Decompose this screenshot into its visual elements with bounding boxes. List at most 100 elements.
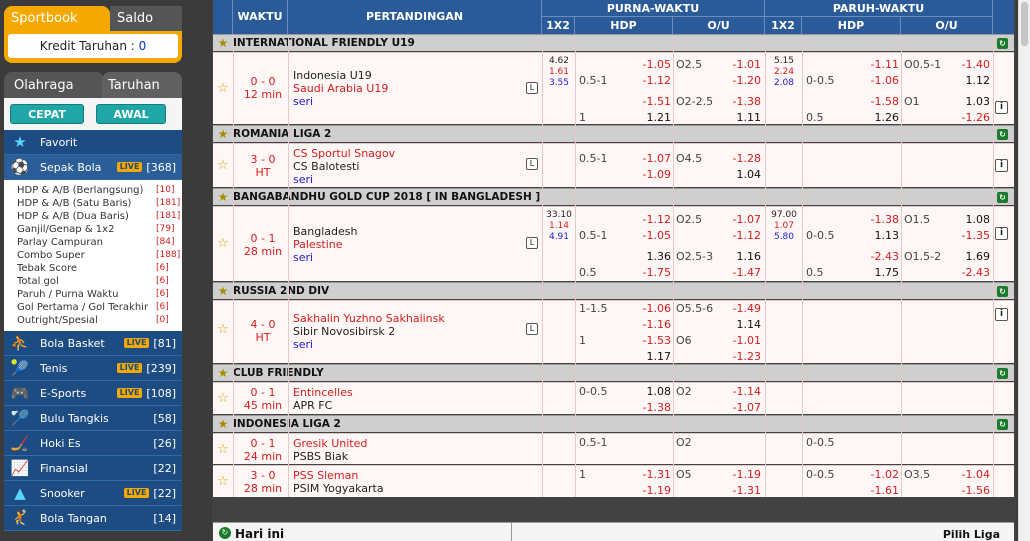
odd-draw[interactable]: 4.91 [545,232,573,243]
scrollbar-thumb[interactable] [1021,2,1028,46]
tab-sports[interactable]: Olahraga [4,72,104,98]
favorite-star-icon[interactable]: ☆ [216,237,230,251]
refresh-icon[interactable]: ↻ [997,285,1008,297]
odd-home[interactable]: 97.00 [769,210,799,221]
ft-hdp-price[interactable]: -1.09 [613,168,671,181]
odd-away[interactable]: 2.24 [769,67,799,78]
ft-hdp-price[interactable]: -1.31 [613,468,671,481]
ft-hdp-price[interactable]: 1.08 [613,385,672,398]
start-button[interactable]: AWAL [96,104,166,124]
league-row[interactable]: ★ RUSSIA 2ND DIV ↻ [213,282,1014,299]
ft-ou-price[interactable]: -1.23 [707,350,761,363]
submenu-item[interactable]: Paruh / Purna Waktu [6] [17,288,182,301]
sidebar-item-esports[interactable]: 🎮 E-Sports LIVE [108] [4,381,182,406]
star-icon[interactable]: ★ [213,190,233,204]
ht-ou-price[interactable]: -1.40 [943,58,990,71]
ft-hdp-price[interactable]: -1.38 [613,401,671,414]
sidebar-item-favorite[interactable]: ★ Favorit [4,130,182,155]
refresh-icon[interactable]: ↻ [997,128,1008,140]
ft-hdp-price[interactable]: -1.05 [613,58,671,71]
favorite-star-icon[interactable]: ☆ [216,443,230,457]
sidebar-item-snooker[interactable]: ▲ Snooker LIVE [22] [4,481,182,506]
odd-away[interactable]: 1.61 [545,67,573,78]
submenu-item[interactable]: HDP & A/B (Berlangsung) [10] [17,184,182,197]
live-stats-icon[interactable]: L [526,82,538,94]
ft-hdp-price[interactable]: -1.12 [613,74,671,87]
tab-bets[interactable]: Taruhan [102,72,182,98]
ht-hdp-price[interactable]: -2.43 [837,250,899,263]
favorite-star-icon[interactable]: ☆ [216,475,230,489]
league-row[interactable]: ★ ROMANIA LIGA 2 ↻ [213,125,1014,142]
favorite-star-icon[interactable]: ☆ [216,392,230,406]
ft-hdp-price[interactable]: -1.12 [613,213,671,226]
ft-ou-price[interactable]: -1.07 [707,213,761,226]
star-icon[interactable]: ★ [213,284,233,298]
ht-ou-price[interactable]: 1.12 [943,74,991,87]
sidebar-item-handball[interactable]: 🤾 Bola Tangan [14] [4,506,182,531]
ht-ou-price[interactable]: -2.43 [943,266,990,279]
ht-ou-price[interactable]: 1.69 [943,250,991,263]
submenu-item[interactable]: Ganjil/Genap & 1x2 [79] [17,223,182,236]
ft-ou-price[interactable]: 1.16 [707,250,762,263]
odd-home[interactable]: 4.62 [545,56,573,67]
ft-hdp-price[interactable]: -1.51 [613,95,671,108]
sidebar-item-badminton[interactable]: 🏸 Bulu Tangkis [58] [4,406,182,431]
ht-hdp-price[interactable]: -1.11 [837,58,899,71]
ft-1x2-odds[interactable]: 33.10 1.14 4.91 [545,210,573,243]
sidebar-item-tennis[interactable]: 🎾 Tenis LIVE [239] [4,356,182,381]
ft-ou-price[interactable]: -1.47 [707,266,761,279]
ht-ou-price[interactable]: -1.56 [943,484,990,497]
ht-1x2-odds[interactable]: 5.15 2.24 2.08 [769,56,799,89]
ht-ou-price[interactable]: 1.03 [943,95,991,108]
odd-home[interactable]: 33.10 [545,210,573,221]
ft-ou-price[interactable]: -1.14 [707,385,761,398]
ft-1x2-odds[interactable]: 4.62 1.61 3.55 [545,56,573,89]
league-row[interactable]: ★ INTERNATIONAL FRIENDLY U19 ↻ [213,34,1014,51]
ht-hdp-price[interactable]: -1.38 [837,213,899,226]
ht-ou-price[interactable]: -1.04 [943,468,990,481]
ht-hdp-price[interactable]: -1.61 [837,484,899,497]
star-icon[interactable]: ★ [213,127,233,141]
league-row[interactable]: ★ BANGABANDHU GOLD CUP 2018 [ IN BANGLAD… [213,188,1014,205]
ft-ou-price[interactable]: 1.11 [707,111,762,124]
ft-ou-price[interactable]: -1.07 [707,401,761,414]
ft-hdp-price[interactable]: -1.75 [613,266,671,279]
ft-hdp-price[interactable]: 1.21 [613,111,672,124]
ft-hdp-price[interactable]: -1.07 [613,152,671,165]
odd-away[interactable]: 1.07 [769,221,799,232]
ft-ou-price[interactable]: -1.12 [707,229,761,242]
sidebar-item-financial[interactable]: 📈 Finansial [22] [4,456,182,481]
submenu-item[interactable]: Combo Super [188] [17,249,182,262]
league-row[interactable]: ★ INDONESIA LIGA 2 ↻ [213,415,1014,432]
odd-home[interactable]: 5.15 [769,56,799,67]
ht-hdp-price[interactable]: 1.26 [837,111,900,124]
submenu-item[interactable]: Tebak Score [6] [17,262,182,275]
ft-ou-price[interactable]: 1.04 [707,168,762,181]
submenu-item[interactable]: Total gol [6] [17,275,182,288]
submenu-item[interactable]: Outright/Spesial [0] [17,314,182,327]
ht-hdp-price[interactable]: -1.02 [837,468,899,481]
star-icon[interactable]: ★ [213,417,233,431]
ht-ou-price[interactable]: -1.26 [943,111,990,124]
info-icon[interactable]: i [995,159,1008,172]
submenu-item[interactable]: HDP & A/B (Dua Baris) [181] [17,210,182,223]
ht-1x2-odds[interactable]: 97.00 1.07 5.80 [769,210,799,243]
pick-league-button[interactable]: Pilih Liga [943,528,1000,541]
ht-ou-price[interactable]: -1.35 [943,229,990,242]
ft-ou-price[interactable]: -1.49 [707,302,761,315]
refresh-icon[interactable]: ↻ [997,418,1008,430]
ht-ou-price[interactable]: 1.08 [943,213,991,226]
league-row[interactable]: ★ CLUB FRIENDLY ↻ [213,364,1014,381]
ft-ou-price[interactable]: -1.01 [707,58,761,71]
live-stats-icon[interactable]: L [526,237,538,249]
ht-hdp-price[interactable]: -1.58 [837,95,899,108]
ft-ou-price[interactable]: -1.28 [707,152,761,165]
star-icon[interactable]: ★ [213,366,233,380]
page-scrollbar[interactable] [1018,0,1030,541]
info-icon[interactable]: i [995,308,1008,321]
live-stats-icon[interactable]: L [526,323,538,335]
ft-hdp-price[interactable]: -1.19 [613,484,671,497]
favorite-star-icon[interactable]: ☆ [216,323,230,337]
ft-ou-price[interactable]: -1.31 [707,484,761,497]
ft-ou-price[interactable]: -1.20 [707,74,761,87]
